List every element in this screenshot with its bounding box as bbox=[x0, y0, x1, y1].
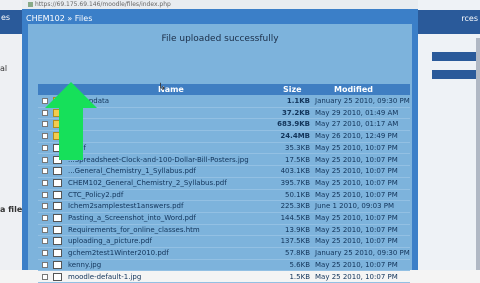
column-header-size[interactable]: Size bbox=[283, 85, 302, 94]
file-modified-date: January 25 2010, 09:30 PM bbox=[315, 249, 410, 257]
file-modified-date: May 25 2010, 10:07 PM bbox=[315, 214, 398, 222]
file-name-link[interactable]: uploading_a_picture.pdf bbox=[68, 237, 152, 245]
file-size: 13.9KB bbox=[285, 226, 310, 234]
file-icon bbox=[53, 273, 62, 281]
column-header-modified[interactable]: Modified bbox=[334, 85, 373, 94]
file-icon bbox=[53, 226, 62, 234]
row-checkbox[interactable] bbox=[42, 192, 48, 198]
table-row[interactable]: Pasting_a_Screenshot_into_Word.pdf 144.5K… bbox=[38, 213, 410, 225]
file-size: 35.3KB bbox=[285, 144, 310, 152]
file-modified-date: June 1 2010, 09:03 PM bbox=[315, 202, 394, 210]
file-name-link[interactable]: Requirements_for_online_classes.htm bbox=[68, 226, 200, 234]
file-modified-date: May 25 2010, 10:07 PM bbox=[315, 144, 398, 152]
row-checkbox[interactable] bbox=[42, 238, 48, 244]
file-modified-date: May 25 2010, 10:07 PM bbox=[315, 273, 398, 281]
file-modified-date: May 29 2010, 01:49 AM bbox=[315, 109, 398, 117]
file-size: 50.1KB bbox=[285, 191, 310, 199]
row-checkbox[interactable] bbox=[42, 274, 48, 280]
file-icon bbox=[53, 249, 62, 257]
background-right-block-header: rces bbox=[418, 10, 480, 34]
breadcrumb[interactable]: CHEM102 » Files bbox=[26, 14, 416, 24]
file-size: 24.4MB bbox=[280, 132, 310, 140]
file-icon bbox=[53, 214, 62, 222]
file-modified-date: May 25 2010, 10:07 PM bbox=[315, 226, 398, 234]
file-icon bbox=[53, 179, 62, 187]
file-modified-date: May 25 2010, 10:07 PM bbox=[315, 191, 398, 199]
table-row[interactable]: CHEM102_General_Chemistry_2_Syllabus.pdf… bbox=[38, 178, 410, 190]
table-row[interactable]: CTC_Policy2.pdf 50.1KB May 25 2010, 10:07 … bbox=[38, 190, 410, 202]
row-checkbox[interactable] bbox=[42, 215, 48, 221]
background-right-pane bbox=[412, 0, 480, 270]
page-scrollbar[interactable] bbox=[476, 38, 480, 270]
file-name-link[interactable]: moodle-default-1.jpg bbox=[68, 273, 141, 281]
row-checkbox[interactable] bbox=[42, 250, 48, 256]
background-left-block-header: es bbox=[0, 10, 22, 34]
file-icon bbox=[53, 167, 62, 175]
background-right-label: rces bbox=[461, 14, 478, 23]
table-row[interactable]: uploading_a_picture.pdf 137.5KB May 25 201… bbox=[38, 236, 410, 248]
address-bar[interactable]: https://69.175.69.146/moodle/files/index… bbox=[22, 0, 418, 9]
row-checkbox[interactable] bbox=[42, 262, 48, 268]
file-size: 137.5KB bbox=[281, 237, 310, 245]
file-size: 225.3KB bbox=[281, 202, 310, 210]
table-row[interactable]: gchem2test1Winter2010.pdf 57.8KB January 2… bbox=[38, 248, 410, 260]
file-modified-date: May 26 2010, 12:49 PM bbox=[315, 132, 398, 140]
file-name-link[interactable]: CTC_Policy2.pdf bbox=[68, 191, 123, 199]
file-icon bbox=[53, 191, 62, 199]
file-modified-date: May 25 2010, 10:07 PM bbox=[315, 261, 398, 269]
file-icon bbox=[53, 237, 62, 245]
file-size: 17.5KB bbox=[285, 156, 310, 164]
file-modified-date: January 25 2010, 09:30 PM bbox=[315, 97, 410, 105]
file-icon bbox=[53, 261, 62, 269]
file-name-link[interactable]: kenny.jpg bbox=[68, 261, 101, 269]
file-size: 1.5KB bbox=[289, 273, 310, 281]
row-checkbox[interactable] bbox=[42, 227, 48, 233]
row-checkbox[interactable] bbox=[42, 180, 48, 186]
mouse-cursor-icon: ↳ bbox=[158, 82, 166, 93]
background-right-menu-bar-2[interactable] bbox=[432, 70, 480, 79]
file-modified-date: May 25 2010, 10:07 PM bbox=[315, 179, 398, 187]
file-name-link[interactable]: CHEM102_General_Chemistry_2_Syllabus.pdf bbox=[68, 179, 227, 187]
file-size: 403.1KB bbox=[281, 167, 310, 175]
table-row[interactable]: moodle-default-1.jpg 1.5KB May 25 2010, 10… bbox=[38, 272, 410, 283]
file-modified-date: May 25 2010, 10:07 PM bbox=[315, 156, 398, 164]
file-size: 683.9KB bbox=[277, 120, 310, 128]
table-row[interactable]: Requirements_for_online_classes.htm 13.9K… bbox=[38, 225, 410, 237]
table-row[interactable]: ...General_Chemistry_1_Syllabus.pdf 403.1… bbox=[38, 166, 410, 178]
row-checkbox[interactable] bbox=[42, 168, 48, 174]
file-modified-date: May 25 2010, 10:07 PM bbox=[315, 237, 398, 245]
file-name-link[interactable]: gchem2test1Winter2010.pdf bbox=[68, 249, 169, 257]
file-size: 5.6KB bbox=[289, 261, 310, 269]
file-modified-date: May 25 2010, 10:07 PM bbox=[315, 167, 398, 175]
background-right-menu-bar[interactable] bbox=[432, 52, 480, 61]
table-row[interactable]: Ichem2samplestest1answers.pdf 225.3KB June… bbox=[38, 201, 410, 213]
file-name-link[interactable]: Pasting_a_Screenshot_into_Word.pdf bbox=[68, 214, 196, 222]
green-arrow-annotation bbox=[45, 82, 97, 160]
lock-icon bbox=[28, 2, 33, 7]
background-left-text-2: a file bbox=[0, 205, 22, 214]
address-url: https://69.175.69.146/moodle/files/index… bbox=[35, 1, 171, 8]
file-icon bbox=[53, 202, 62, 210]
file-name-link[interactable]: ...General_Chemistry_1_Syllabus.pdf bbox=[68, 167, 196, 175]
file-modified-date: May 27 2010, 01:17 AM bbox=[315, 120, 398, 128]
file-size: 37.2KB bbox=[282, 109, 310, 117]
file-size: 1.1KB bbox=[287, 97, 310, 105]
file-size: 395.7KB bbox=[281, 179, 310, 187]
row-checkbox[interactable] bbox=[42, 203, 48, 209]
file-size: 144.5KB bbox=[281, 214, 310, 222]
background-left-text: al bbox=[0, 64, 7, 73]
upload-success-message: File uploaded successfully bbox=[28, 34, 412, 44]
file-name-link[interactable]: Ichem2samplestest1answers.pdf bbox=[68, 202, 183, 210]
file-size: 57.8KB bbox=[285, 249, 310, 257]
